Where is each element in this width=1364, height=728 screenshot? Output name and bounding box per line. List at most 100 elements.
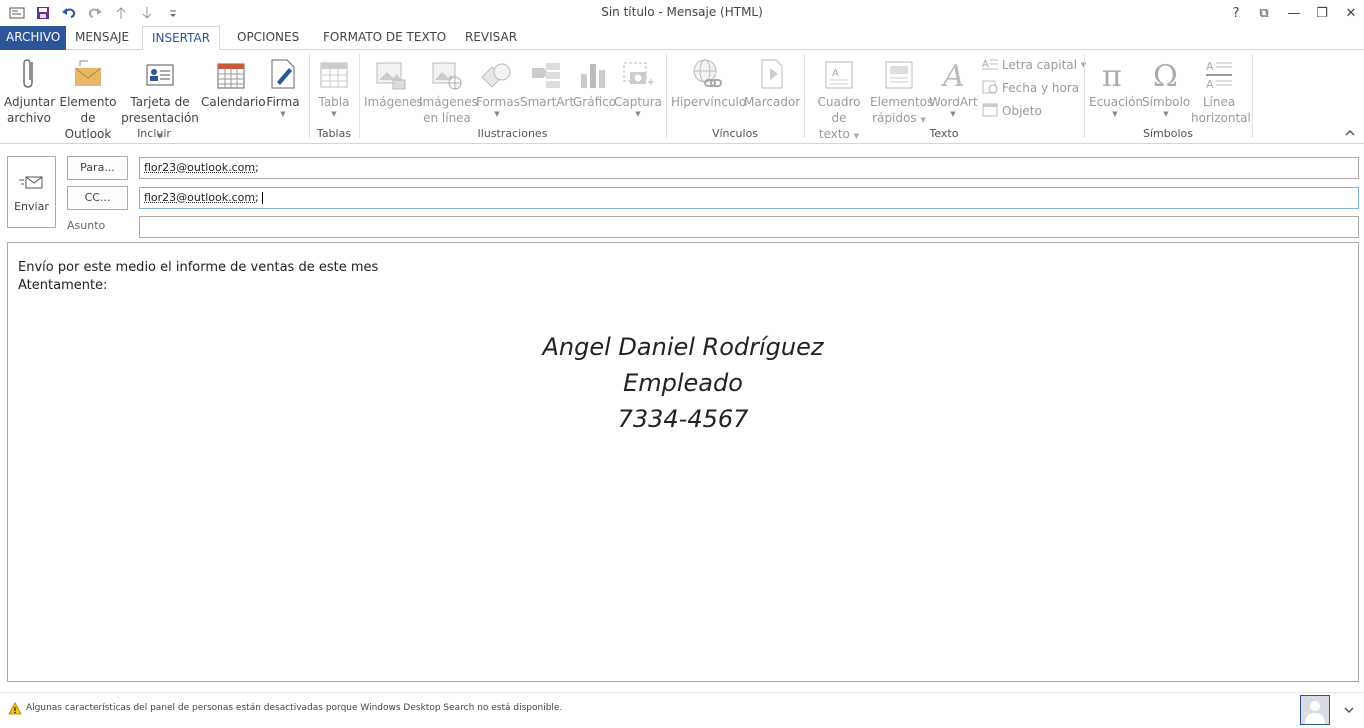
elementos-label-1: Elementos: [870, 94, 928, 110]
elementos-rapidos-button[interactable]: Elementos rápidos ▼: [870, 54, 928, 128]
ribbon: Adjuntar archivo Elemento de Outlook Tar…: [0, 50, 1364, 144]
bookmark-icon: [755, 54, 789, 90]
elementos-label-2: rápidos ▼: [870, 110, 928, 128]
collapse-ribbon-icon[interactable]: [1344, 126, 1356, 140]
letra-capital-button[interactable]: A Letra capital ▼: [982, 56, 1086, 74]
ecuacion-button[interactable]: π Ecuación ▼: [1089, 54, 1141, 118]
send-icon: [8, 173, 55, 196]
tab-mensaje[interactable]: MENSAJE: [69, 26, 135, 50]
table-icon: [317, 54, 351, 90]
calendar-icon: [214, 54, 248, 90]
send-label: Enviar: [8, 200, 55, 213]
group-tablas: Tablas: [309, 127, 359, 140]
smartart-button[interactable]: SmartArt: [520, 54, 572, 110]
captura-button[interactable]: Captura ▼: [614, 54, 662, 118]
svg-text:A: A: [1206, 78, 1214, 90]
hipervinculo-button[interactable]: Hipervínculo: [671, 54, 743, 110]
imagenes-linea-label-1: Imágenes: [419, 94, 475, 110]
formas-caret: ▼: [476, 110, 518, 118]
minimize-button[interactable]: —: [1280, 2, 1308, 24]
elemento-label-1: Elemento: [57, 94, 119, 110]
hyperlink-icon: [690, 54, 724, 90]
tabla-button[interactable]: Tabla ▼: [313, 54, 355, 118]
svg-text:A: A: [940, 59, 965, 90]
fecha-hora-button[interactable]: Fecha y hora: [982, 79, 1079, 97]
firma-button[interactable]: Firma ▼: [265, 54, 301, 118]
camera-icon: [621, 54, 655, 90]
tab-revisar[interactable]: REVISAR: [459, 26, 523, 50]
firma-label: Firma: [265, 94, 301, 110]
separator: [666, 54, 667, 138]
simbolo-label: Símbolo: [1142, 94, 1190, 110]
subject-label: Asunto: [67, 219, 105, 232]
svg-text:Ω: Ω: [1153, 59, 1178, 90]
tab-archivo[interactable]: ARCHIVO: [0, 26, 66, 50]
wordart-icon: A: [936, 54, 970, 90]
signature-title: Empleado: [8, 369, 1358, 397]
tabla-label: Tabla: [313, 94, 355, 110]
to-button[interactable]: Para...: [67, 156, 128, 180]
ribbon-display-button[interactable]: ⧉: [1250, 2, 1278, 24]
online-picture-icon: [430, 54, 464, 90]
captura-caret: ▼: [614, 110, 662, 118]
tab-formato-de-texto[interactable]: FORMATO DE TEXTO: [317, 26, 452, 50]
smartart-icon: [529, 54, 563, 90]
linea-label-2: horizontal: [1191, 110, 1247, 126]
formas-label: Formas: [476, 94, 518, 110]
close-button[interactable]: ✕: [1337, 2, 1364, 24]
imagenes-linea-button[interactable]: Imágenes en línea: [419, 54, 475, 126]
group-texto: Texto: [804, 127, 1084, 140]
ecuacion-caret: ▼: [1089, 110, 1141, 118]
marcador-button[interactable]: Marcador: [744, 54, 800, 110]
warning-icon: [8, 702, 22, 718]
chart-icon: [576, 54, 610, 90]
letra-capital-label: Letra capital: [1002, 58, 1077, 72]
body-line-1: Envío por este medio el informe de venta…: [18, 260, 378, 275]
expand-people-pane-icon[interactable]: [1343, 705, 1355, 719]
formas-button[interactable]: Formas ▼: [476, 54, 518, 118]
ribbon-tabs: ARCHIVO MENSAJE INSERTAR OPCIONES FORMAT…: [0, 26, 1364, 50]
picture-icon: [374, 54, 408, 90]
signature-name: Angel Daniel Rodríguez: [8, 333, 1358, 361]
signature-icon: [266, 54, 300, 90]
separator: [804, 54, 805, 138]
objeto-label: Objeto: [1002, 104, 1042, 118]
omega-icon: Ω: [1149, 54, 1183, 90]
cc-recipient[interactable]: flor23@outlook.com: [144, 191, 255, 204]
adjuntar-archivo-button[interactable]: Adjuntar archivo: [4, 54, 54, 126]
subject-field[interactable]: [139, 216, 1359, 238]
linea-horizontal-button[interactable]: AA Línea horizontal: [1191, 54, 1247, 126]
text-cursor: [262, 192, 263, 204]
linea-label-1: Línea: [1191, 94, 1247, 110]
people-pane-avatar[interactable]: [1300, 695, 1330, 725]
hipervinculo-label: Hipervínculo: [671, 94, 743, 110]
to-field[interactable]: flor23@outlook.com;: [139, 157, 1359, 179]
simbolo-caret: ▼: [1142, 110, 1190, 118]
captura-label: Captura: [614, 94, 662, 110]
cuadro-label-1: Cuadro de: [809, 94, 869, 126]
simbolo-button[interactable]: Ω Símbolo ▼: [1142, 54, 1190, 118]
cc-button[interactable]: CC...: [67, 186, 128, 210]
cc-field[interactable]: flor23@outlook.com;: [139, 187, 1359, 209]
svg-text:A: A: [982, 59, 989, 70]
grafico-label: Gráfico: [573, 94, 613, 110]
marcador-label: Marcador: [744, 94, 800, 110]
maximize-button[interactable]: ❐: [1308, 2, 1336, 24]
wordart-label: WordArt: [929, 94, 977, 110]
message-body[interactable]: Envío por este medio el informe de venta…: [7, 242, 1359, 682]
help-button[interactable]: ?: [1222, 2, 1250, 24]
send-button[interactable]: Enviar: [7, 156, 56, 228]
wordart-caret: ▼: [929, 110, 977, 118]
wordart-button[interactable]: A WordArt ▼: [929, 54, 977, 118]
tab-opciones[interactable]: OPCIONES: [231, 26, 305, 50]
to-recipient[interactable]: flor23@outlook.com: [144, 161, 255, 174]
tab-insertar[interactable]: INSERTAR: [142, 26, 220, 51]
grafico-button[interactable]: Gráfico: [573, 54, 613, 110]
group-simbolos: Símbolos: [1084, 127, 1252, 140]
objeto-button[interactable]: Objeto: [982, 102, 1042, 120]
signature-phone: 7334-4567: [8, 405, 1358, 433]
separator: [359, 54, 360, 138]
imagenes-button[interactable]: Imágenes: [364, 54, 418, 110]
calendario-button[interactable]: Calendario: [201, 54, 261, 110]
envelope-icon: [71, 54, 105, 90]
